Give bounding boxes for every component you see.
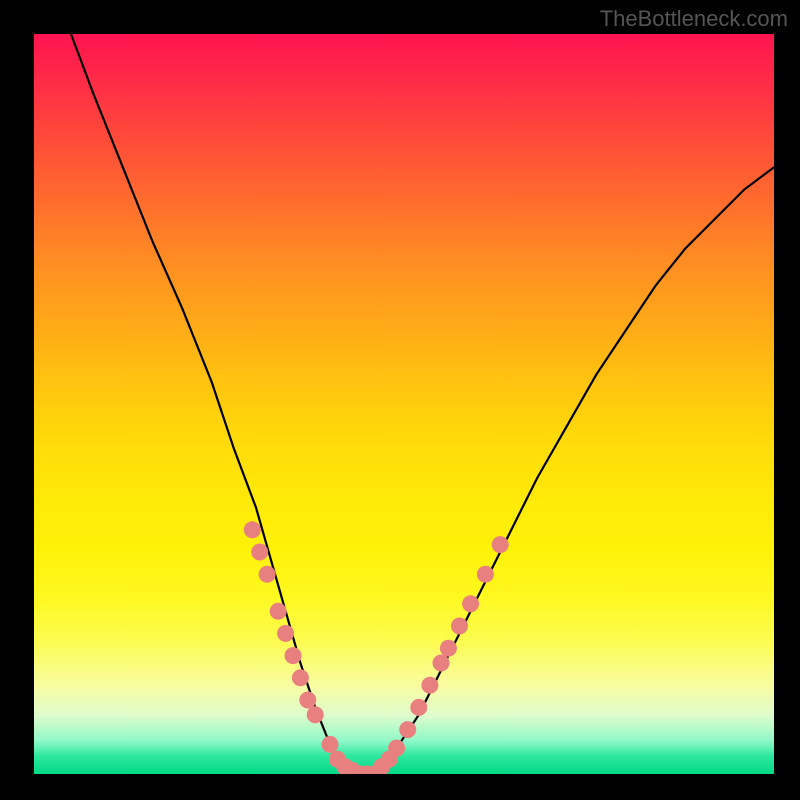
data-dot	[251, 544, 268, 561]
data-dot	[388, 740, 405, 757]
data-dot	[433, 655, 450, 672]
highlighted-dots	[244, 521, 509, 774]
data-dot	[440, 640, 457, 657]
data-dot	[399, 721, 416, 738]
chart-plot-area	[34, 34, 774, 774]
data-dot	[421, 677, 438, 694]
data-dot	[285, 647, 302, 664]
data-dot	[462, 595, 479, 612]
data-dot	[292, 669, 309, 686]
data-dot	[492, 536, 509, 553]
data-dot	[244, 521, 261, 538]
bottleneck-curve	[71, 34, 774, 774]
data-dot	[322, 736, 339, 753]
data-dot	[277, 625, 294, 642]
chart-svg	[34, 34, 774, 774]
data-dot	[299, 692, 316, 709]
data-dot	[451, 618, 468, 635]
data-dot	[270, 603, 287, 620]
watermark-text: TheBottleneck.com	[600, 6, 788, 32]
data-dot	[410, 699, 427, 716]
data-dot	[259, 566, 276, 583]
data-dot	[307, 706, 324, 723]
data-dot	[477, 566, 494, 583]
